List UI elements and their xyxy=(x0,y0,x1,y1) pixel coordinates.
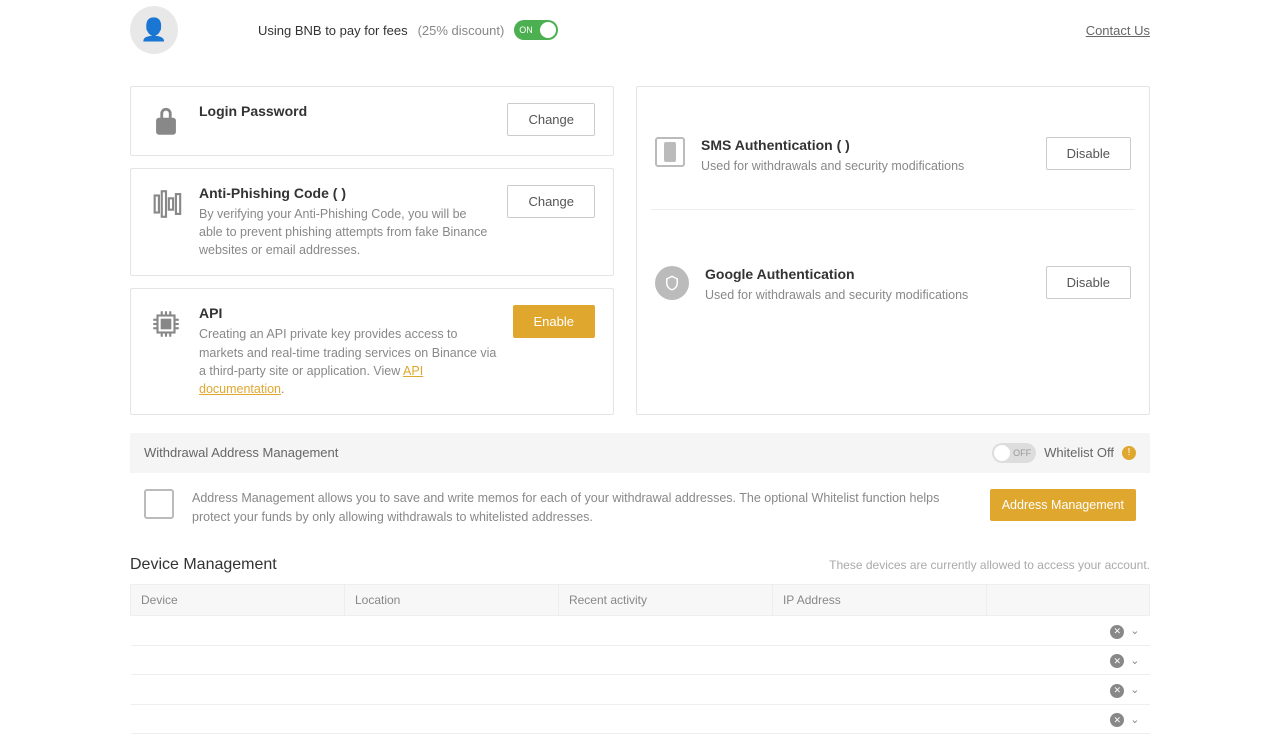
device-management-title: Device Management xyxy=(130,556,829,574)
google-auth-card: Google Authentication Used for withdrawa… xyxy=(651,226,1135,322)
enable-api-button[interactable]: Enable xyxy=(513,305,595,338)
google-auth-title: Google Authentication xyxy=(705,266,1030,282)
google-auth-icon xyxy=(655,266,689,300)
shield-icon xyxy=(149,187,183,221)
anti-phishing-title: Anti-Phishing Code ( ) xyxy=(199,185,491,201)
change-password-button[interactable]: Change xyxy=(507,103,595,136)
anti-phishing-card: Anti-Phishing Code ( ) By verifying your… xyxy=(130,168,614,276)
chip-icon xyxy=(149,307,183,341)
col-device: Device xyxy=(131,585,345,616)
anti-phishing-desc: By verifying your Anti-Phishing Code, yo… xyxy=(199,205,491,259)
delete-device-button[interactable]: ✕ xyxy=(1110,654,1124,668)
phone-icon xyxy=(655,137,685,167)
wam-title: Withdrawal Address Management xyxy=(144,445,992,460)
col-recent: Recent activity xyxy=(558,585,772,616)
api-title: API xyxy=(199,305,497,321)
login-password-title: Login Password xyxy=(199,103,491,119)
info-icon[interactable]: ! xyxy=(1122,446,1136,460)
contact-us-link[interactable]: Contact Us xyxy=(1086,23,1150,38)
address-book-icon xyxy=(144,489,174,519)
divider xyxy=(651,209,1135,210)
wam-desc: Address Management allows you to save an… xyxy=(192,489,972,527)
bnb-discount-label: (25% discount) xyxy=(418,23,505,38)
chevron-down-icon[interactable]: ⌄ xyxy=(1130,625,1139,637)
disable-google-button[interactable]: Disable xyxy=(1046,266,1131,299)
login-password-card: Login Password Change xyxy=(130,86,614,156)
sms-auth-desc: Used for withdrawals and security modifi… xyxy=(701,157,1030,175)
whitelist-toggle[interactable]: OFF xyxy=(992,443,1036,463)
col-actions xyxy=(986,585,1149,616)
device-table: Device Location Recent activity IP Addre… xyxy=(130,584,1150,734)
change-phishing-code-button[interactable]: Change xyxy=(507,185,595,218)
delete-device-button[interactable]: ✕ xyxy=(1110,713,1124,727)
lock-icon xyxy=(149,105,183,139)
wam-body: Address Management allows you to save an… xyxy=(130,473,1150,549)
disable-sms-button[interactable]: Disable xyxy=(1046,137,1131,170)
device-management-sub: These devices are currently allowed to a… xyxy=(829,558,1150,572)
table-row: ✕⌄ xyxy=(131,675,1150,705)
whitelist-status-label: Whitelist Off xyxy=(1044,445,1114,460)
bnb-fee-toggle[interactable]: ON xyxy=(514,20,558,40)
sms-auth-card: SMS Authentication ( ) Used for withdraw… xyxy=(651,87,1135,193)
col-ip: IP Address xyxy=(772,585,986,616)
api-card: API Creating an API private key provides… xyxy=(130,288,614,415)
google-auth-desc: Used for withdrawals and security modifi… xyxy=(705,286,1030,304)
sms-auth-title: SMS Authentication ( ) xyxy=(701,137,1030,153)
toggle-knob xyxy=(994,445,1010,461)
col-location: Location xyxy=(344,585,558,616)
api-desc: Creating an API private key provides acc… xyxy=(199,325,497,398)
toggle-knob xyxy=(540,22,556,38)
avatar: 👤 xyxy=(130,6,178,54)
withdrawal-address-bar: Withdrawal Address Management OFF Whitel… xyxy=(130,433,1150,473)
bnb-fee-label: Using BNB to pay for fees xyxy=(258,23,408,38)
chevron-down-icon[interactable]: ⌄ xyxy=(1130,655,1139,667)
delete-device-button[interactable]: ✕ xyxy=(1110,684,1124,698)
avatar-icon: 👤 xyxy=(140,17,167,43)
table-row: ✕⌄ xyxy=(131,645,1150,675)
delete-device-button[interactable]: ✕ xyxy=(1110,625,1124,639)
table-row: ✕⌄ xyxy=(131,616,1150,646)
table-row: ✕⌄ xyxy=(131,704,1150,734)
chevron-down-icon[interactable]: ⌄ xyxy=(1130,684,1139,696)
address-management-button[interactable]: Address Management xyxy=(990,489,1136,521)
